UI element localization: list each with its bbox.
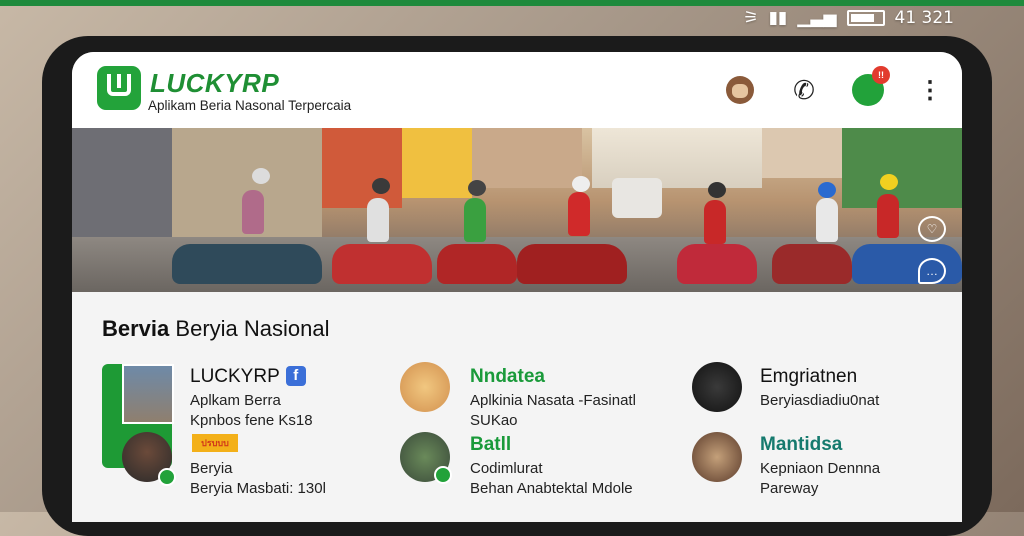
news-item-4-line2: Behan Anabtektal Mdole xyxy=(470,480,633,497)
signal-icon: ▮▮ xyxy=(768,8,788,28)
top-accent-bar xyxy=(0,0,1024,6)
news-thumbnail-5[interactable] xyxy=(692,362,742,412)
wifi-icon: ⚞ xyxy=(743,8,759,28)
signal-bars-icon: ▁▃▅ xyxy=(797,8,837,28)
notification-badge: !! xyxy=(872,66,890,84)
online-badge-icon xyxy=(434,466,452,484)
news-item-3-title[interactable]: Nndatea xyxy=(470,366,545,388)
news-item-4-title[interactable]: Batll xyxy=(470,434,511,456)
more-menu-icon[interactable]: ⋮ xyxy=(914,74,946,106)
news-item-1-line1: Aplkam Berra xyxy=(190,392,281,409)
app-logo-icon[interactable] xyxy=(97,66,141,110)
app-header: LUCKYRP Aplikam Beria Nasonal Terpercaia… xyxy=(72,52,962,128)
news-item-6-line1: Kepniaon Dennna xyxy=(760,460,881,477)
status-bar: ⚞ ▮▮ ▁▃▅ 41 321 xyxy=(743,8,954,28)
news-thumbnail-3[interactable] xyxy=(400,362,450,412)
app-screen: LUCKYRP Aplikam Beria Nasonal Terpercaia… xyxy=(72,52,962,522)
app-title: LUCKYRP xyxy=(150,68,280,98)
news-item-5-title[interactable]: Emgriatnen xyxy=(760,366,857,388)
news-item-6-line2: Pareway xyxy=(760,480,819,497)
chat-icon[interactable]: … xyxy=(918,258,946,284)
news-thumbnail-1[interactable] xyxy=(122,364,174,424)
app-subtitle: Aplikam Beria Nasonal Terpercaia xyxy=(148,98,352,113)
phone-call-icon[interactable]: ✆ xyxy=(788,74,820,106)
news-item-3-line2: SUKao xyxy=(470,412,518,429)
news-item-1-line2: Kpnbos fene Ks18 xyxy=(190,412,313,429)
status-time: 41 321 xyxy=(894,8,954,28)
facebook-icon[interactable]: f xyxy=(285,366,306,386)
heart-icon[interactable]: ♡ xyxy=(918,216,946,242)
news-item-2-line1: Beryia Masbati: 130l xyxy=(190,480,326,497)
hero-banner-image[interactable]: ♡ … xyxy=(72,128,962,292)
battery-icon xyxy=(846,10,885,26)
news-item-4-line1: Codimlurat xyxy=(470,460,543,477)
news-item-1-title[interactable]: LUCKYRP f xyxy=(190,366,306,388)
section-title: Bervia Beryia Nasional xyxy=(102,316,330,341)
news-item-2-title[interactable]: Beryia xyxy=(190,460,233,477)
profile-avatar-icon[interactable] xyxy=(724,74,756,106)
online-badge-icon xyxy=(158,468,176,486)
notification-icon[interactable]: !! xyxy=(852,66,890,106)
news-thumbnail-6[interactable] xyxy=(692,432,742,482)
category-tag: ปรบบบ xyxy=(192,434,238,452)
news-section: Bervia Beryia Nasional LUCKYRP f Aplkam B… xyxy=(72,292,962,522)
news-item-6-title[interactable]: Mantidsa xyxy=(760,434,842,456)
news-item-5-line1: Beryiasdiadiu0nat xyxy=(760,392,880,409)
news-item-3-line1: Aplkinia Nasata -Fasinatl xyxy=(470,392,636,409)
